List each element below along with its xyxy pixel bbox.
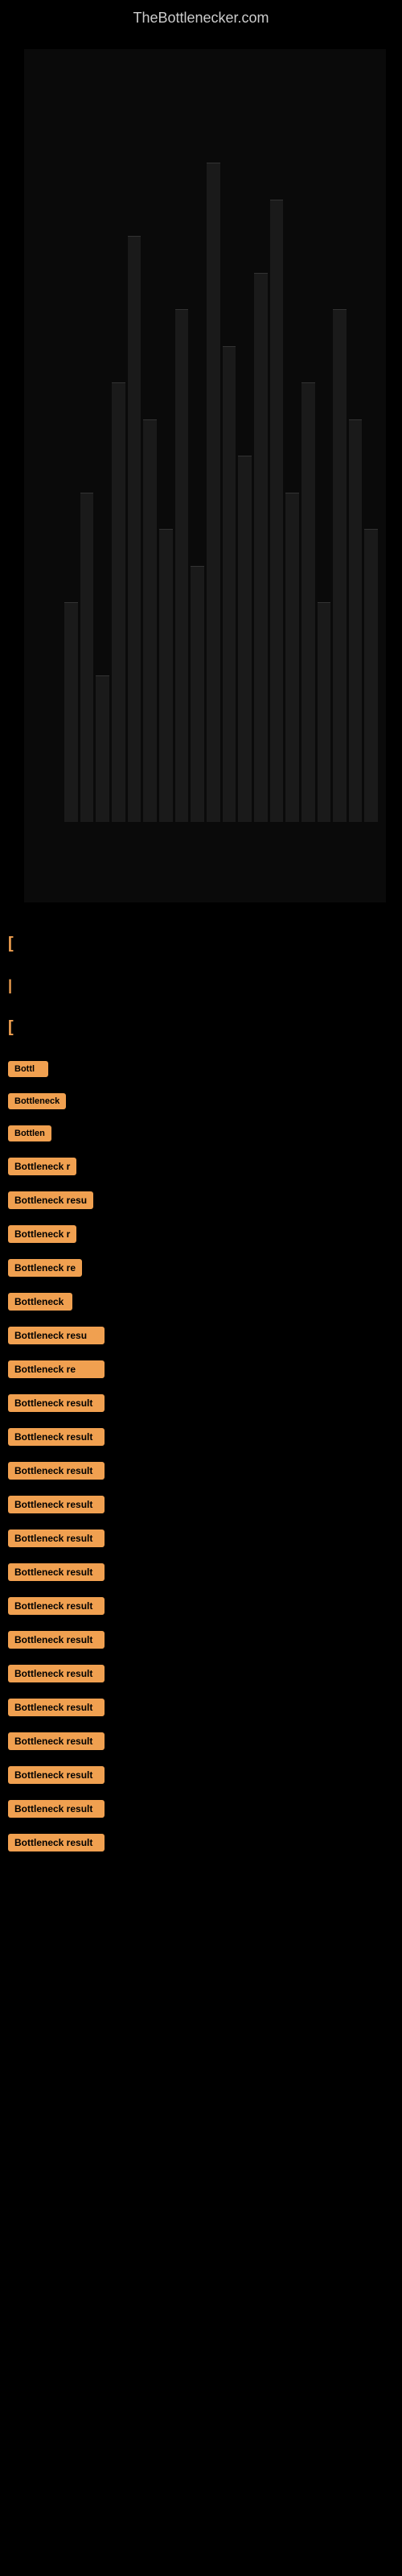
result-badge-2: Bottlen bbox=[8, 1125, 51, 1141]
result-item-9: Bottleneck re bbox=[8, 1360, 394, 1378]
result-badge-16: Bottleneck result bbox=[8, 1597, 105, 1615]
result-badge-1: Bottleneck bbox=[8, 1093, 66, 1109]
result-item-0: Bottl bbox=[8, 1061, 394, 1077]
result-item-5: Bottleneck r bbox=[8, 1225, 394, 1243]
result-badge-5: Bottleneck r bbox=[8, 1225, 76, 1243]
result-item-1: Bottleneck bbox=[8, 1093, 394, 1109]
result-item-23: Bottleneck result bbox=[8, 1834, 394, 1852]
chart-bar bbox=[364, 529, 378, 822]
chart-bar bbox=[285, 493, 299, 823]
result-badge-22: Bottleneck result bbox=[8, 1800, 105, 1818]
result-item-15: Bottleneck result bbox=[8, 1563, 394, 1581]
result-badge-14: Bottleneck result bbox=[8, 1530, 105, 1547]
result-item-2: Bottlen bbox=[8, 1125, 394, 1141]
result-item-16: Bottleneck result bbox=[8, 1597, 394, 1615]
result-item-11: Bottleneck result bbox=[8, 1428, 394, 1446]
result-badge-21: Bottleneck result bbox=[8, 1766, 105, 1784]
result-badge-19: Bottleneck result bbox=[8, 1699, 105, 1716]
result-item-21: Bottleneck result bbox=[8, 1766, 394, 1784]
result-badge-17: Bottleneck result bbox=[8, 1631, 105, 1649]
chart-bar bbox=[128, 236, 142, 822]
chart-bar bbox=[207, 163, 220, 822]
result-badge-12: Bottleneck result bbox=[8, 1462, 105, 1480]
chart-bar bbox=[112, 382, 125, 822]
result-badge-0: Bottl bbox=[8, 1061, 48, 1077]
result-item-6: Bottleneck re bbox=[8, 1259, 394, 1277]
result-item-22: Bottleneck result bbox=[8, 1800, 394, 1818]
chart-bar bbox=[333, 309, 347, 822]
pipe-marker: | bbox=[8, 977, 394, 994]
chart-bars bbox=[64, 89, 378, 822]
result-item-8: Bottleneck resu bbox=[8, 1327, 394, 1344]
result-item-20: Bottleneck result bbox=[8, 1732, 394, 1750]
chart-bar bbox=[159, 529, 173, 822]
bracket-marker-2: [ bbox=[8, 1018, 394, 1037]
result-badge-15: Bottleneck result bbox=[8, 1563, 105, 1581]
results-section: [ | [ Bottl Bottleneck Bottlen Bottlenec… bbox=[0, 919, 402, 1852]
result-item-14: Bottleneck result bbox=[8, 1530, 394, 1547]
result-badge-10: Bottleneck result bbox=[8, 1394, 105, 1412]
chart-bar bbox=[254, 273, 268, 823]
result-badge-9: Bottleneck re bbox=[8, 1360, 105, 1378]
result-badge-6: Bottleneck re bbox=[8, 1259, 82, 1277]
result-item-4: Bottleneck resu bbox=[8, 1191, 394, 1209]
result-item-10: Bottleneck result bbox=[8, 1394, 394, 1412]
result-item-19: Bottleneck result bbox=[8, 1699, 394, 1716]
result-badge-11: Bottleneck result bbox=[8, 1428, 105, 1446]
result-badge-20: Bottleneck result bbox=[8, 1732, 105, 1750]
chart-bar bbox=[302, 382, 315, 822]
chart-bar bbox=[318, 602, 331, 822]
chart-bar bbox=[191, 566, 204, 823]
chart-bar bbox=[238, 456, 252, 822]
result-badge-18: Bottleneck result bbox=[8, 1665, 105, 1682]
pipe-icon: | bbox=[8, 977, 12, 993]
chart-bar bbox=[96, 675, 109, 822]
chart-bar bbox=[64, 602, 78, 822]
result-badge-4: Bottleneck resu bbox=[8, 1191, 93, 1209]
chart-bar bbox=[143, 419, 157, 823]
chart-bar bbox=[349, 419, 363, 823]
bracket-icon-2: [ bbox=[8, 1018, 394, 1037]
chart-bar bbox=[175, 309, 189, 822]
result-item-17: Bottleneck result bbox=[8, 1631, 394, 1649]
result-item-12: Bottleneck result bbox=[8, 1462, 394, 1480]
result-item-13: Bottleneck result bbox=[8, 1496, 394, 1513]
result-badge-7: Bottleneck bbox=[8, 1293, 72, 1311]
bracket-marker-1: [ bbox=[8, 935, 394, 953]
result-item-18: Bottleneck result bbox=[8, 1665, 394, 1682]
chart-bar bbox=[223, 346, 236, 823]
result-badge-13: Bottleneck result bbox=[8, 1496, 105, 1513]
result-badge-23: Bottleneck result bbox=[8, 1834, 105, 1852]
chart-bar bbox=[270, 200, 284, 823]
chart-bar bbox=[80, 493, 94, 823]
chart-area bbox=[0, 33, 402, 919]
site-title: TheBottlenecker.com bbox=[0, 0, 402, 33]
bracket-icon-1: [ bbox=[8, 935, 394, 953]
result-item-3: Bottleneck r bbox=[8, 1158, 394, 1175]
result-item-7: Bottleneck bbox=[8, 1293, 394, 1311]
result-badge-8: Bottleneck resu bbox=[8, 1327, 105, 1344]
chart-inner bbox=[24, 49, 386, 902]
result-badge-3: Bottleneck r bbox=[8, 1158, 76, 1175]
